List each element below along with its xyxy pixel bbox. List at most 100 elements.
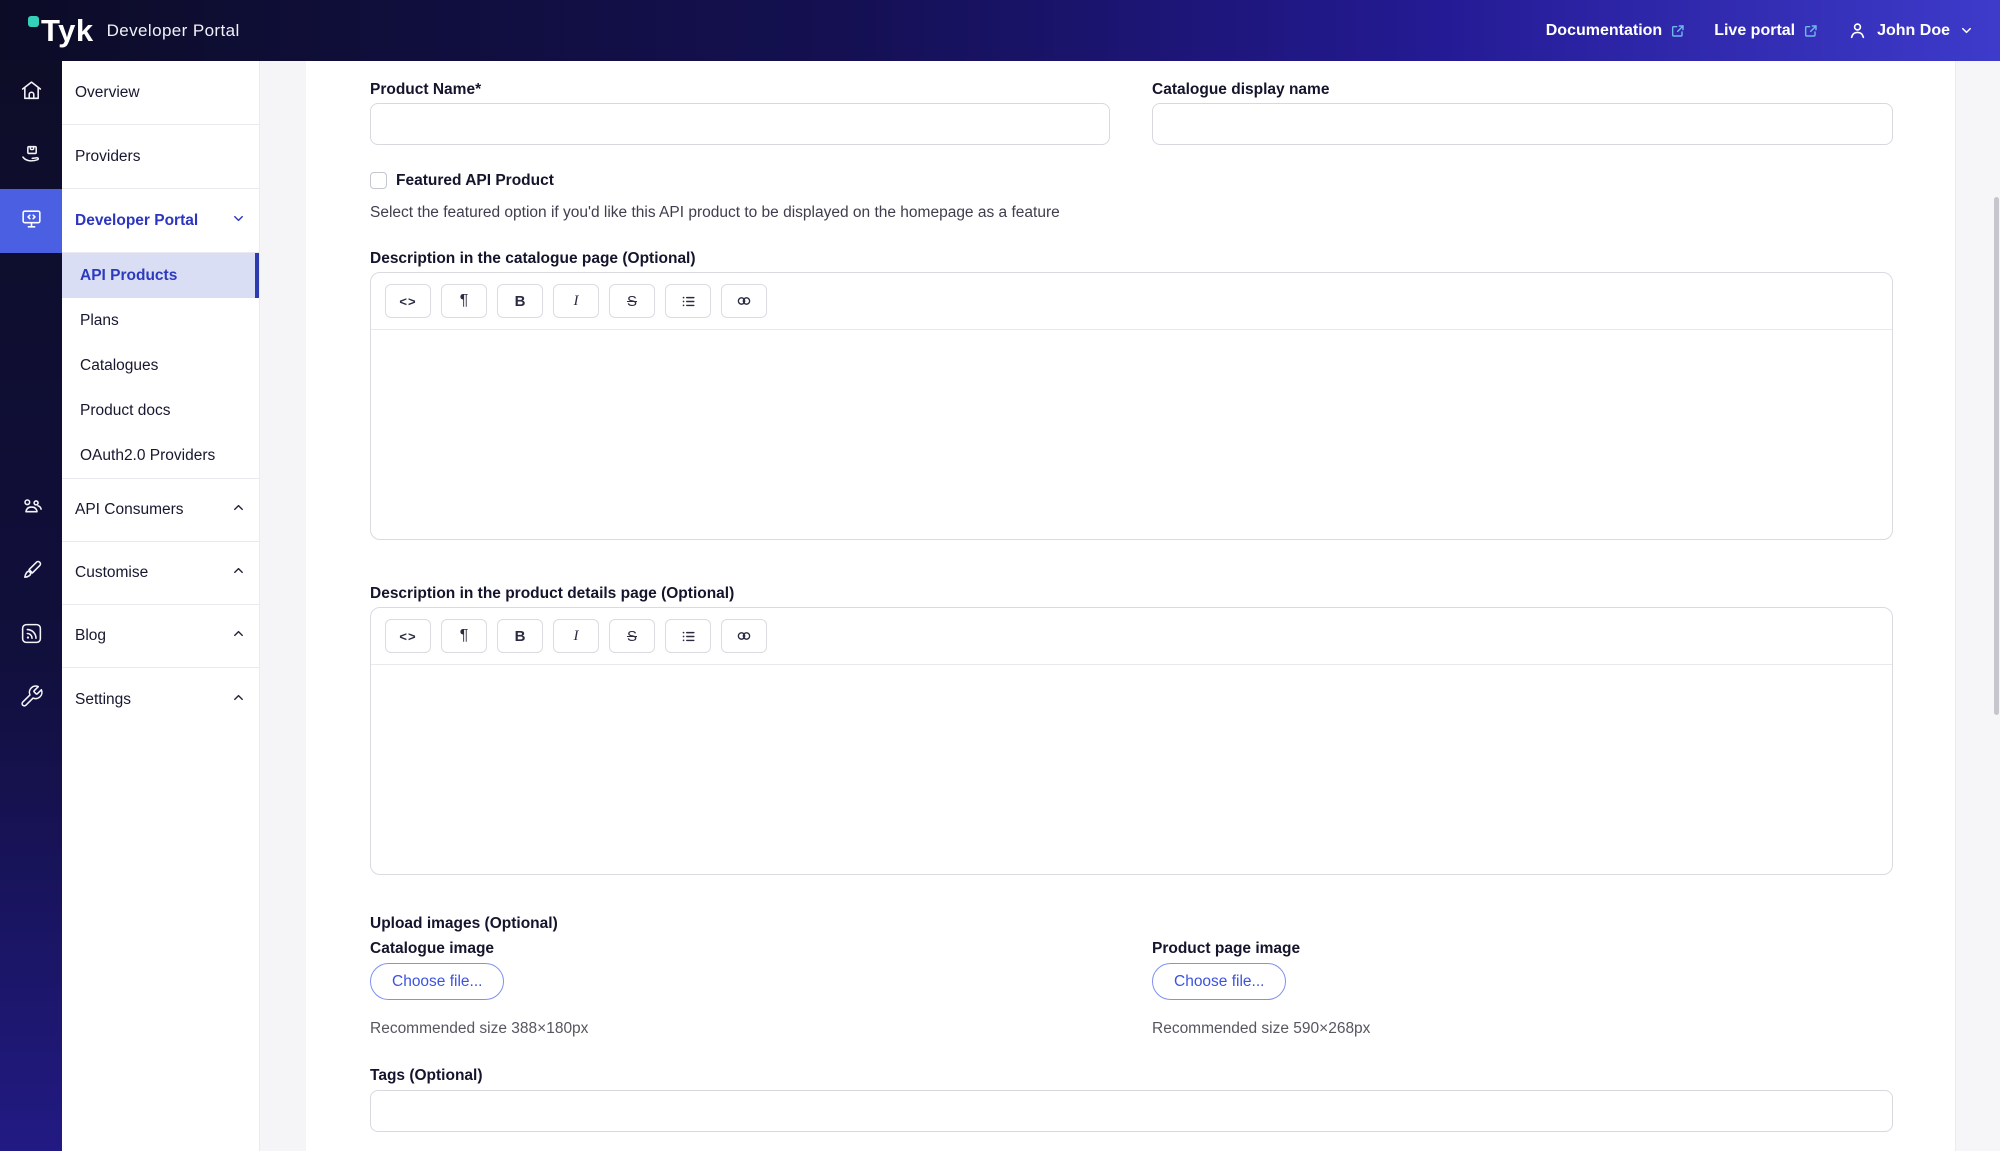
strikethrough-button[interactable]: S <box>609 284 655 318</box>
rail-providers[interactable] <box>0 125 62 189</box>
sidebar-item-developer-portal[interactable]: Developer Portal <box>62 189 259 253</box>
upload-images-heading: Upload images (Optional) <box>370 915 558 933</box>
editor-toolbar: <> ¶ BIS <box>371 608 1892 665</box>
brand: Tyk Developer Portal <box>28 15 240 46</box>
strikethrough-button[interactable]: S <box>609 619 655 653</box>
navbar-actions: Documentation Live portal <box>1546 0 1974 61</box>
product-page-image-label: Product page image <box>1152 940 1300 958</box>
sidebar: Overview Providers Developer Portal API … <box>62 61 260 1151</box>
users-icon <box>19 495 44 525</box>
documentation-label: Documentation <box>1546 22 1662 40</box>
details-description-label: Description in the product details page … <box>370 585 734 603</box>
italic-button[interactable]: I <box>553 619 599 653</box>
sidebar-item-label: Catalogues <box>80 357 158 375</box>
tyk-logo: Tyk <box>41 15 94 46</box>
sidebar-item-api-products[interactable]: API Products <box>62 253 259 298</box>
developer-portal-page: Tyk Developer Portal Documentation Live … <box>0 0 2000 1151</box>
sidebar-item-blog[interactable]: Blog <box>62 605 259 668</box>
link-button[interactable] <box>721 284 767 318</box>
chevron-up-icon <box>231 500 246 520</box>
bold-button[interactable]: B <box>497 619 543 653</box>
portal-subtitle: Developer Portal <box>107 21 240 41</box>
developer-portal-icon <box>19 206 44 236</box>
rail-developer-portal[interactable] <box>0 189 62 253</box>
sidebar-item-api-consumers[interactable]: API Consumers <box>62 479 259 542</box>
sidebar-item-label: Blog <box>75 627 106 645</box>
api-product-form: Product Name* Catalogue display name Fea… <box>306 61 1955 1151</box>
bold-button[interactable]: B <box>497 284 543 318</box>
italic-button[interactable]: I <box>553 284 599 318</box>
product-name-input[interactable] <box>370 103 1110 145</box>
catalogue-display-name-label: Catalogue display name <box>1152 81 1329 99</box>
code-button[interactable]: <> <box>385 284 431 318</box>
featured-help-text: Select the featured option if you'd like… <box>370 204 1060 222</box>
sidebar-item-label: Developer Portal <box>75 212 198 230</box>
code-button[interactable]: <> <box>385 619 431 653</box>
link-button[interactable] <box>721 619 767 653</box>
scrollbar-thumb[interactable] <box>1994 197 1999 715</box>
sidebar-item-customise[interactable]: Customise <box>62 542 259 605</box>
documentation-link[interactable]: Documentation <box>1546 22 1686 40</box>
developer-portal-submenu: API Products Plans Catalogues Product do… <box>62 253 259 479</box>
sidebar-content-gutter <box>260 61 306 1151</box>
icon-rail <box>0 61 62 1151</box>
wrench-icon <box>19 684 44 714</box>
featured-label: Featured API Product <box>396 172 554 190</box>
rail-customise[interactable] <box>0 541 62 605</box>
featured-checkbox[interactable] <box>370 172 387 189</box>
sidebar-item-label: Settings <box>75 691 131 709</box>
rail-overview[interactable] <box>0 61 62 125</box>
sidebar-item-oauth-providers[interactable]: OAuth2.0 Providers <box>62 433 259 478</box>
sidebar-item-label: Providers <box>75 148 140 166</box>
editor-toolbar: <> ¶ BIS <box>371 273 1892 330</box>
sidebar-item-settings[interactable]: Settings <box>62 668 259 732</box>
rail-settings[interactable] <box>0 667 62 731</box>
live-portal-label: Live portal <box>1714 22 1795 40</box>
rail-blog[interactable] <box>0 604 62 668</box>
details-description-editor: <> ¶ BIS <box>370 607 1893 875</box>
sidebar-item-label: API Products <box>80 267 177 285</box>
sidebar-item-product-docs[interactable]: Product docs <box>62 388 259 433</box>
sidebar-item-plans[interactable]: Plans <box>62 298 259 343</box>
product-page-image-choose-file-button[interactable]: Choose file... <box>1152 963 1286 1000</box>
user-name: John Doe <box>1877 22 1950 40</box>
catalogue-description-textarea[interactable] <box>371 330 1892 539</box>
user-menu[interactable]: John Doe <box>1847 20 1974 41</box>
chevron-down-icon <box>231 211 246 231</box>
sidebar-item-label: OAuth2.0 Providers <box>80 447 215 465</box>
external-link-icon <box>1803 23 1819 39</box>
catalogue-image-choose-file-button[interactable]: Choose file... <box>370 963 504 1000</box>
details-description-textarea[interactable] <box>371 665 1892 874</box>
chevron-down-icon <box>1959 23 1974 38</box>
sidebar-item-label: Product docs <box>80 402 170 420</box>
paragraph-button[interactable]: ¶ <box>441 619 487 653</box>
rss-icon <box>19 621 44 651</box>
catalogue-description-label: Description in the catalogue page (Optio… <box>370 250 696 268</box>
catalogue-display-name-input[interactable] <box>1152 103 1893 145</box>
sidebar-item-label: Customise <box>75 564 148 582</box>
top-navbar: Tyk Developer Portal Documentation Live … <box>0 0 2000 61</box>
paragraph-button[interactable]: ¶ <box>441 284 487 318</box>
bullet-list-button[interactable] <box>665 619 711 653</box>
live-portal-link[interactable]: Live portal <box>1714 22 1819 40</box>
user-icon <box>1847 20 1868 41</box>
bullet-list-button[interactable] <box>665 284 711 318</box>
paintbrush-icon <box>19 558 44 588</box>
sidebar-item-providers[interactable]: Providers <box>62 125 259 189</box>
catalogue-image-size-hint: Recommended size 388×180px <box>370 1020 588 1038</box>
scrollbar-track[interactable] <box>1955 61 2000 1151</box>
product-name-label: Product Name* <box>370 81 481 99</box>
chevron-up-icon <box>231 563 246 583</box>
tags-input[interactable] <box>370 1090 1893 1132</box>
external-link-icon <box>1670 23 1686 39</box>
chevron-up-icon <box>231 626 246 646</box>
home-icon <box>19 78 44 108</box>
sidebar-item-catalogues[interactable]: Catalogues <box>62 343 259 388</box>
rail-api-consumers[interactable] <box>0 478 62 542</box>
catalogue-description-editor: <> ¶ BIS <box>370 272 1893 540</box>
sidebar-item-overview[interactable]: Overview <box>62 61 259 125</box>
sidebar-item-label: Overview <box>75 84 140 102</box>
product-page-image-size-hint: Recommended size 590×268px <box>1152 1020 1370 1038</box>
tags-label: Tags (Optional) <box>370 1067 483 1085</box>
providers-icon <box>19 142 44 172</box>
